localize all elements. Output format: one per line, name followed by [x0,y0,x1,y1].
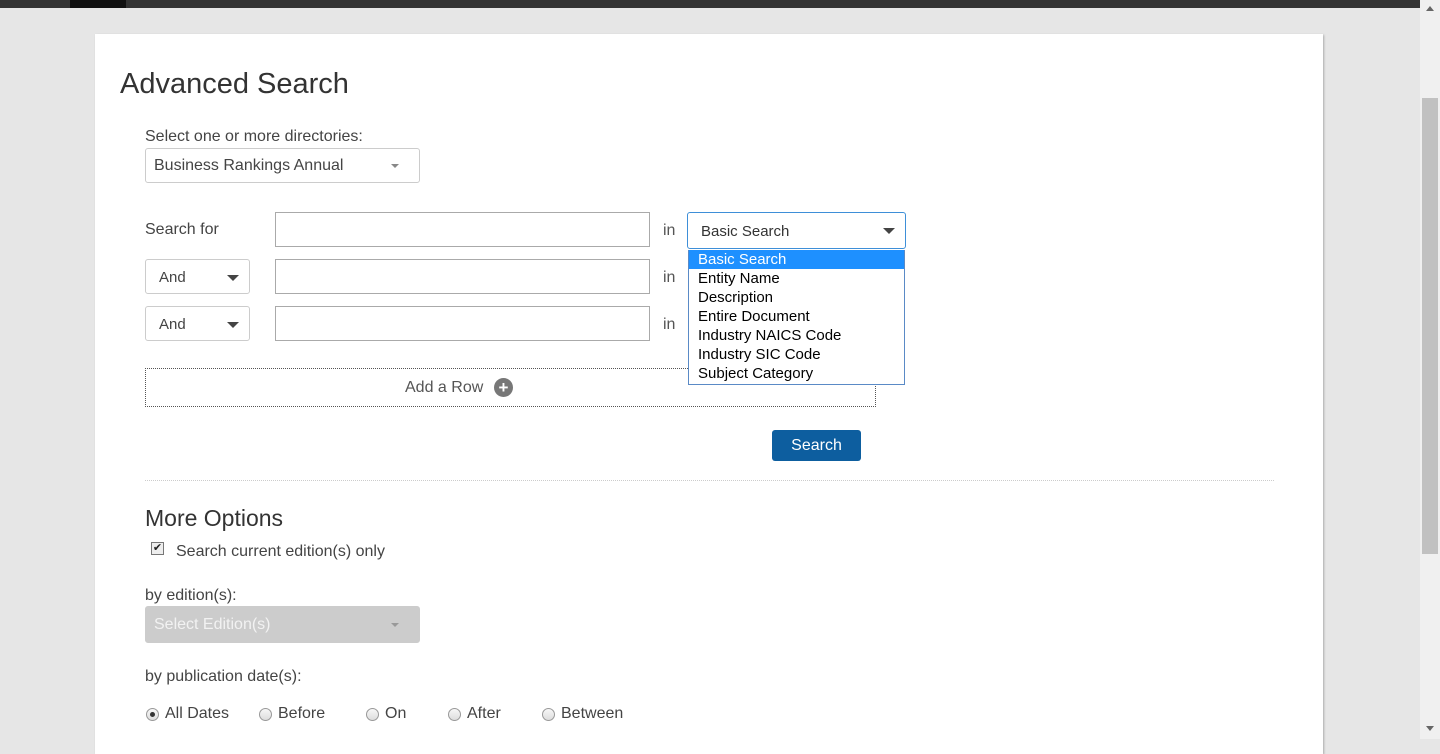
search-term-input-2[interactable] [275,259,650,294]
in-label-2: in [663,269,676,286]
chevron-down-icon [391,623,399,627]
date-radio-label: After [467,705,501,722]
top-bar [0,0,1420,8]
operator-select-2[interactable]: And [145,306,250,341]
dropdown-option[interactable]: Subject Category [689,364,904,383]
dropdown-option[interactable]: Basic Search [689,250,904,269]
chevron-down-icon [227,275,239,281]
date-radio-on[interactable] [366,708,379,721]
more-options-title: More Options [145,505,284,531]
operator-select-value: And [159,269,186,286]
checkmark-icon: ✔ [152,542,163,554]
current-edition-checkbox[interactable]: ✔ [151,542,164,555]
operator-select-1[interactable]: And [145,259,250,294]
edition-label: by edition(s): [145,587,237,604]
date-radio-label: Before [278,705,326,722]
dropdown-option[interactable]: Industry NAICS Code [689,326,904,345]
edition-select[interactable]: Select Edition(s) [145,606,420,643]
current-edition-label: Search current edition(s) only [176,543,385,560]
dropdown-option[interactable]: Description [689,288,904,307]
in-label-1: in [663,222,676,239]
radio-selected-dot [150,712,155,717]
search-field-select-1[interactable]: Basic Search [687,212,906,249]
page-title: Advanced Search [120,68,349,100]
vertical-scrollbar[interactable] [1420,0,1440,739]
section-divider [145,480,1274,481]
add-row-label: Add a Row [405,379,484,396]
search-button[interactable]: Search [772,430,861,461]
directories-label: Select one or more directories: [145,128,363,145]
search-term-input-1[interactable] [275,212,650,247]
search-term-input-3[interactable] [275,306,650,341]
chevron-down-icon [883,228,895,234]
chevron-down-icon [391,164,399,168]
operator-select-value: And [159,316,186,333]
date-radio-label: On [385,705,407,722]
advanced-search-panel: Advanced Search Select one or more direc… [95,34,1323,754]
search-for-label: Search for [145,221,219,238]
search-field-select-value: Basic Search [701,223,790,240]
dropdown-option[interactable]: Entire Document [689,307,904,326]
dropdown-option[interactable]: Entity Name [689,269,904,288]
date-radio-before[interactable] [259,708,272,721]
chevron-down-icon [227,322,239,328]
dropdown-option[interactable]: Industry SIC Code [689,345,904,364]
scrollbar-thumb[interactable] [1422,98,1438,554]
date-radio-between[interactable] [542,708,555,721]
top-bar-accent [70,0,126,8]
scroll-up-arrow-icon[interactable] [1426,6,1434,11]
pubdate-label: by publication date(s): [145,668,302,685]
directory-select-value: Business Rankings Annual [154,157,344,174]
date-radio-label: All Dates [165,705,230,722]
plus-circle-icon: + [494,378,513,397]
date-radio-all[interactable] [146,708,159,721]
date-radio-after[interactable] [448,708,461,721]
edition-select-placeholder: Select Edition(s) [154,616,271,633]
date-radio-label: Between [561,705,624,722]
directory-select[interactable]: Business Rankings Annual [145,148,420,183]
scroll-down-arrow-icon[interactable] [1426,726,1434,731]
search-field-dropdown: Basic Search Entity Name Description Ent… [688,250,905,385]
in-label-3: in [663,316,676,333]
